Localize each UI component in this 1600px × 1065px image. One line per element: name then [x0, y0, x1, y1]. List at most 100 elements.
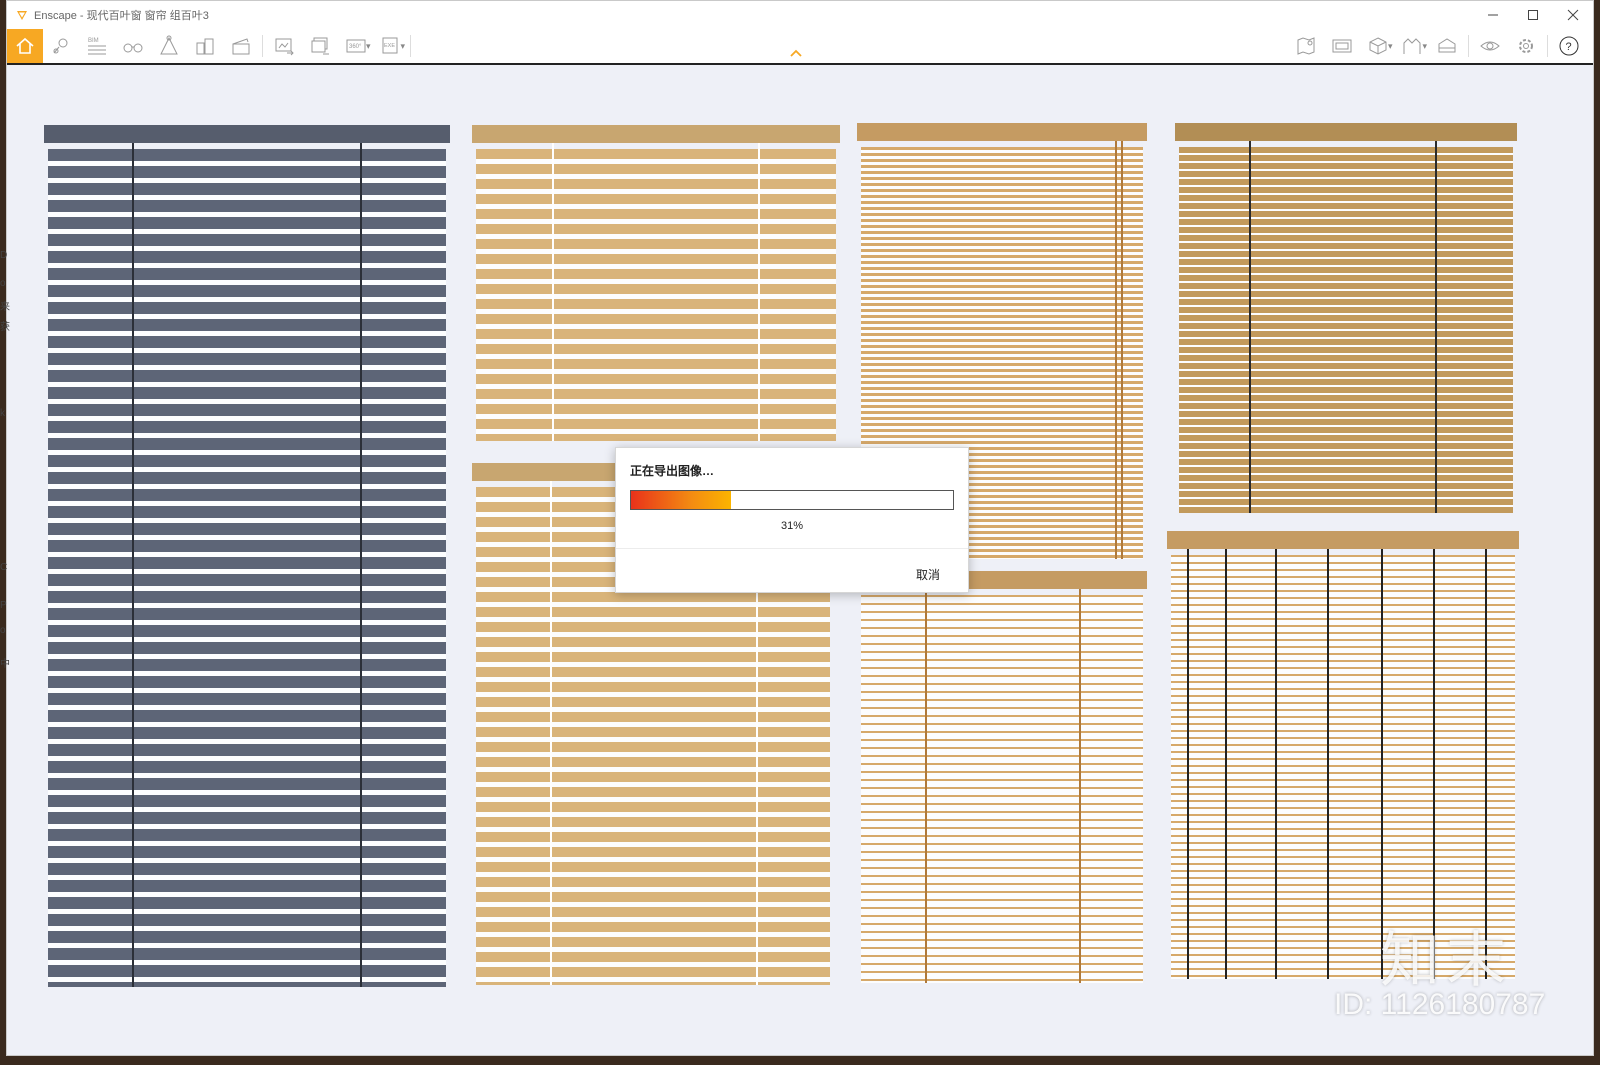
atmosphere-icon — [1403, 38, 1421, 54]
ladder-cord — [925, 589, 927, 983]
toolbar-divider — [1547, 35, 1548, 57]
progress-percent: 31% — [780, 520, 804, 532]
help-button[interactable]: ? — [1551, 29, 1587, 63]
background-text-fragment: o — [0, 278, 6, 289]
settings-button[interactable] — [1508, 29, 1544, 63]
background-text-fragment: D — [0, 250, 8, 261]
ladder-cord — [1115, 141, 1117, 559]
visual-settings-icon — [1438, 38, 1456, 53]
home-button[interactable] — [7, 29, 43, 63]
progress-bar — [630, 490, 954, 510]
video-editor-button[interactable] — [223, 29, 259, 63]
ladder-cord — [1225, 549, 1227, 979]
asset-library-button[interactable] — [151, 29, 187, 63]
cube-dropdown-caret[interactable]: ▾ — [1388, 41, 1393, 52]
toolbar-divider — [410, 35, 412, 57]
progress-fill — [631, 491, 731, 509]
background-text-fragment: C — [0, 562, 8, 573]
light-tan-blind-bottom — [857, 571, 1147, 983]
ladder-cord — [1249, 141, 1251, 513]
title-bar: Enscape - 现代百叶窗 窗帘 组百叶3 — [7, 1, 1593, 29]
wood-blind-top — [1175, 123, 1517, 513]
background-text-fragment: 中 — [0, 659, 10, 670]
map-button[interactable] — [1288, 29, 1324, 63]
window-title: Enscape - 现代百叶窗 窗帘 组百叶3 — [34, 10, 209, 22]
toolbar-right-group: ▾ ▾ ? — [1288, 29, 1587, 63]
toolbar-divider — [262, 35, 263, 57]
home-icon — [16, 37, 34, 54]
eye-icon — [1480, 41, 1500, 51]
visual-settings-button[interactable] — [1429, 29, 1465, 63]
ladder-cord — [1121, 141, 1123, 559]
background-text-fragment: 获 — [0, 322, 10, 333]
svg-text:?: ? — [1566, 41, 1572, 53]
maximize-button[interactable] — [1513, 1, 1553, 29]
ladder-cord — [360, 143, 362, 987]
clapper-icon — [232, 38, 250, 55]
head-rail — [1167, 531, 1519, 549]
background-text-fragment: P — [0, 600, 7, 611]
binoculars-icon — [123, 43, 143, 53]
gray-aluminum-blind — [44, 125, 450, 987]
eye-button[interactable] — [1472, 29, 1508, 63]
gear-icon — [1519, 39, 1533, 53]
ladder-cord — [552, 143, 554, 441]
panorama-label: 360° — [349, 44, 362, 50]
minimize-button[interactable] — [1473, 1, 1513, 29]
ladder-cord — [132, 143, 134, 987]
asset-library-icon — [160, 35, 178, 55]
slats — [1179, 147, 1513, 513]
close-icon — [1567, 9, 1579, 21]
close-button[interactable] — [1553, 1, 1593, 29]
background-text-fragment: o — [0, 625, 6, 636]
view-management-icon — [1332, 39, 1352, 53]
watermark-id: ID: 1126180787 — [1334, 988, 1546, 1021]
enscape-window: Enscape - 现代百叶窗 窗帘 组百叶3 BIM 360° ▾ EXE ▾… — [6, 0, 1594, 1056]
batch-render-icon — [311, 37, 329, 55]
help-icon: ? — [1559, 36, 1579, 56]
cancel-button[interactable]: 取消 — [916, 566, 940, 583]
screenshot-icon — [275, 38, 294, 56]
dialog-divider — [616, 548, 968, 549]
bim-label: BIM — [88, 38, 99, 44]
ladder-cord — [1327, 549, 1329, 979]
binoculars-button[interactable] — [115, 29, 151, 63]
slats — [476, 149, 836, 441]
toolbar-left-group: BIM 360° ▾ EXE ▾ — [7, 29, 414, 63]
dialog-title: 正在导出图像… — [630, 464, 715, 478]
enscape-toolbar: BIM 360° ▾ EXE ▾ ▾ ▾ ? — [7, 29, 1593, 65]
background-text-fragment: 来 — [0, 302, 10, 313]
exe-dropdown-caret[interactable]: ▾ — [401, 41, 406, 52]
ladder-cord — [1079, 589, 1081, 983]
buildings-icon — [196, 38, 214, 55]
exe-label: EXE — [384, 43, 395, 49]
slats — [861, 595, 1143, 983]
window-controls — [1473, 1, 1593, 29]
screenshot-button[interactable] — [266, 29, 302, 63]
toolbar-divider — [1468, 35, 1469, 57]
batch-render-button[interactable] — [302, 29, 338, 63]
view-management-button[interactable] — [1324, 29, 1360, 63]
cube-icon — [1369, 37, 1387, 55]
maximize-icon — [1528, 10, 1538, 20]
location-icon — [53, 38, 68, 54]
ladder-cord — [1435, 141, 1437, 513]
head-rail — [1175, 123, 1517, 141]
export-progress-dialog: 正在导出图像… 31% 取消 — [615, 447, 969, 593]
bim-button[interactable]: BIM — [79, 29, 115, 63]
ladder-cord — [758, 143, 760, 441]
enscape-logo-icon — [17, 11, 27, 20]
panorama-dropdown-caret[interactable]: ▾ — [366, 41, 371, 52]
panorama-360-icon: 360° — [346, 39, 366, 53]
minimize-icon — [1488, 14, 1498, 16]
ladder-cord — [1275, 549, 1277, 979]
buildings-button[interactable] — [187, 29, 223, 63]
head-rail — [857, 123, 1147, 141]
bim-icon: BIM — [88, 38, 106, 55]
chevron-up-icon[interactable] — [789, 48, 803, 58]
atmosphere-dropdown-caret[interactable]: ▾ — [1422, 41, 1427, 52]
location-button[interactable] — [43, 29, 79, 63]
watermark-logo: 知末 — [1380, 926, 1512, 996]
ladder-cord — [550, 481, 552, 985]
map-icon — [1297, 37, 1315, 55]
